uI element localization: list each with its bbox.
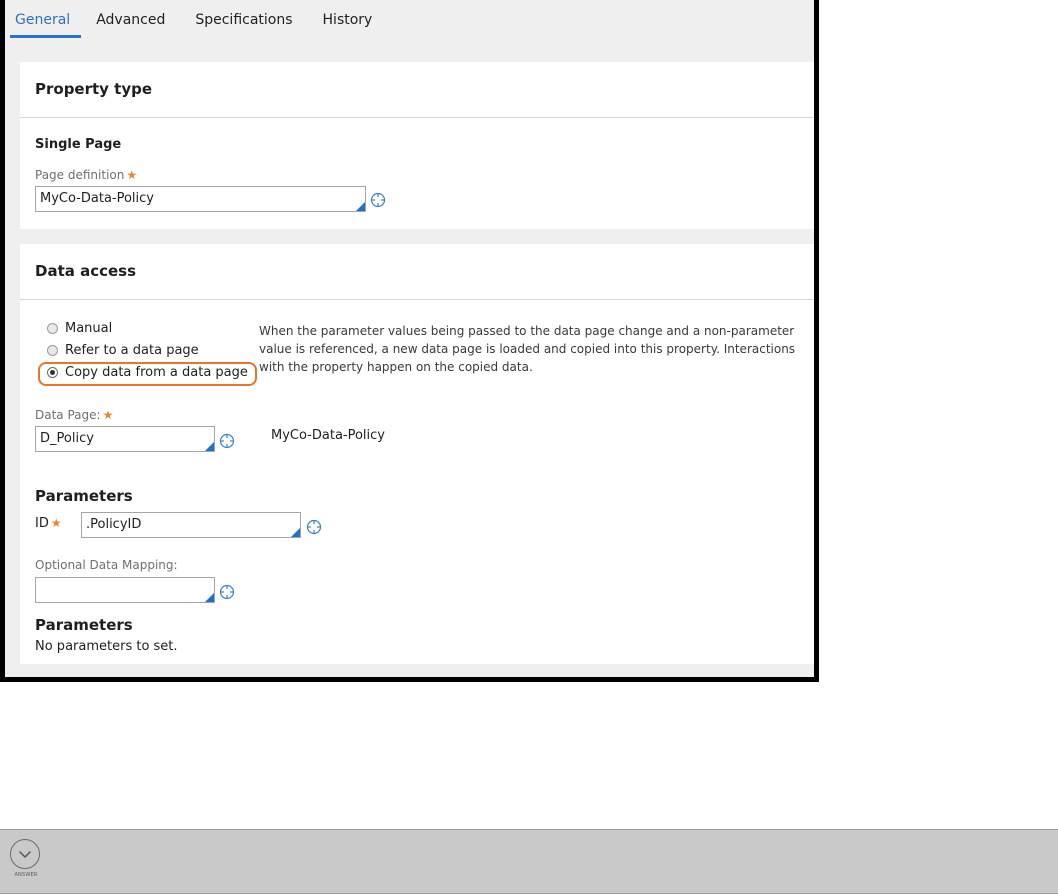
radio-manual-label: Manual — [65, 321, 113, 336]
tab-advanced[interactable]: Advanced — [96, 0, 165, 38]
tab-specifications[interactable]: Specifications — [195, 0, 292, 38]
page-definition-input[interactable]: MyCo-Data-Policy — [35, 186, 366, 212]
crosshair-icon[interactable] — [219, 584, 235, 600]
required-star-icon: ★ — [126, 168, 138, 182]
property-type-header: Property type — [20, 62, 814, 118]
crosshair-icon[interactable] — [219, 433, 235, 449]
chevron-down-circle-icon — [10, 839, 40, 869]
optional-data-mapping-input[interactable] — [35, 577, 215, 603]
radio-refer-label: Refer to a data page — [65, 343, 199, 358]
data-access-header: Data access — [20, 244, 814, 300]
answer-label: ANSWER — [14, 872, 38, 878]
radio-manual-circle[interactable] — [47, 323, 58, 334]
parameters-title-2: Parameters — [35, 616, 133, 634]
tab-history[interactable]: History — [323, 0, 373, 38]
radio-manual[interactable]: Manual — [47, 321, 112, 336]
data-page-input[interactable]: D_Policy — [35, 426, 215, 452]
property-type-section: Property type Single Page Page definitio… — [20, 62, 814, 229]
optional-data-mapping-label: Optional Data Mapping: — [35, 558, 178, 572]
autocomplete-corner-icon — [291, 528, 300, 537]
data-access-section: Data access Manual Refer to a data page … — [20, 244, 814, 664]
data-page-label: Data Page: ★ — [35, 408, 114, 422]
property-form-panel: General Advanced Specifications History … — [5, 0, 814, 677]
single-page-label: Single Page — [35, 137, 122, 152]
selection-highlight — [38, 362, 257, 386]
autocomplete-corner-icon — [356, 202, 365, 211]
data-page-class-value: MyCo-Data-Policy — [271, 428, 385, 443]
data-access-help-text: When the parameter values being passed t… — [259, 324, 796, 374]
crosshair-icon[interactable] — [370, 192, 386, 208]
autocomplete-corner-icon — [205, 442, 214, 451]
required-star-icon: ★ — [50, 516, 62, 530]
tab-general[interactable]: General — [9, 0, 82, 38]
radio-refer-circle[interactable] — [47, 345, 58, 356]
page-definition-label: Page definition ★ — [35, 168, 138, 182]
radio-refer-data-page[interactable]: Refer to a data page — [47, 343, 199, 358]
required-star-icon: ★ — [102, 408, 114, 422]
param-id-input[interactable]: .PolicyID — [81, 512, 301, 538]
answer-bar: ANSWER — [0, 829, 1058, 894]
autocomplete-corner-icon — [205, 593, 214, 602]
crosshair-icon[interactable] — [306, 519, 322, 535]
tab-bar: General Advanced Specifications History — [5, 0, 814, 38]
no-parameters-text: No parameters to set. — [35, 639, 178, 654]
parameters-title: Parameters — [35, 487, 133, 505]
screenshot-frame: General Advanced Specifications History … — [0, 0, 819, 682]
answer-button[interactable]: ANSWER — [9, 839, 43, 885]
param-id-label: ID ★ — [35, 516, 62, 531]
